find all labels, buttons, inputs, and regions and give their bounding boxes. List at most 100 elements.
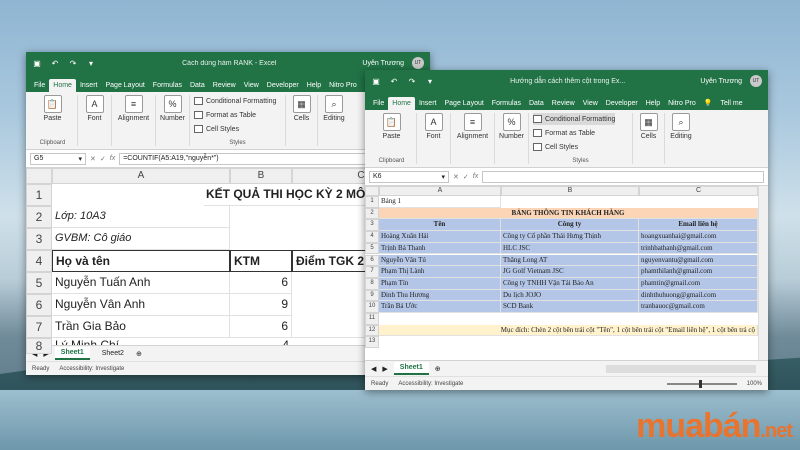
table-cell[interactable]: HLC JSC	[501, 242, 639, 255]
cell-header-name[interactable]: Họ và tên	[52, 250, 230, 272]
editing-button[interactable]: Editing	[670, 133, 691, 140]
row-header[interactable]: 6	[365, 254, 379, 267]
editing-button[interactable]: Editing	[323, 115, 344, 122]
row-header[interactable]: 7	[26, 316, 52, 338]
table-cell[interactable]: Du lịch JOJO	[501, 289, 639, 302]
sheet-tab-1[interactable]: Sheet1	[393, 362, 429, 375]
tab-insert[interactable]: Insert	[76, 79, 102, 92]
font-icon[interactable]: A	[424, 113, 443, 131]
row-header[interactable]: 2	[365, 207, 379, 220]
table-cell[interactable]: hoangxuanhai@gmail.com	[639, 231, 758, 243]
tab-file[interactable]: File	[30, 79, 49, 92]
prev-sheet-icon[interactable]: ◀	[371, 365, 376, 373]
tab-help[interactable]: Help	[642, 97, 664, 110]
name-box[interactable]: G5 ▾	[30, 152, 86, 165]
alignment-icon[interactable]: ≡	[463, 113, 482, 131]
accessibility-status[interactable]: Accessibility: Investigate	[398, 381, 463, 387]
table-cell[interactable]: Đinh Thu Hương	[379, 289, 501, 302]
zoom-level[interactable]: 100%	[747, 381, 762, 387]
cell-header-ktm[interactable]: KTM	[230, 250, 292, 272]
row-header[interactable]: 3	[26, 228, 52, 250]
row-header[interactable]: 2	[26, 206, 52, 228]
save-icon[interactable]: ▣	[371, 77, 381, 86]
cell-score[interactable]: 9	[230, 294, 292, 316]
worksheet-grid[interactable]: A B C 1 2 3 4 5 6 7 8 9 10 11 12 13 Bảng 1 BẢNG THÔNG …	[365, 186, 768, 362]
table-cell[interactable]: trinhbathanh@gmail.com	[639, 242, 758, 255]
row-header[interactable]: 7	[365, 266, 379, 278]
tab-developer[interactable]: Developer	[602, 97, 642, 110]
tab-data[interactable]: Data	[186, 79, 209, 92]
name-box[interactable]: K6 ▾	[369, 170, 449, 183]
search-icon[interactable]: ⌕	[325, 95, 343, 113]
row-header[interactable]: 8	[26, 338, 52, 354]
tab-home[interactable]: Home	[388, 97, 415, 110]
table-cell[interactable]: JG Golf Vietnam JSC	[501, 266, 639, 278]
cell-score[interactable]: 6	[230, 316, 292, 338]
col-header-b[interactable]: B	[501, 186, 639, 196]
col-header-a[interactable]: A	[52, 168, 230, 184]
number-button[interactable]: Number	[160, 115, 185, 122]
cells-button[interactable]: Cells	[641, 133, 657, 140]
percent-icon[interactable]: %	[502, 113, 521, 131]
save-icon[interactable]: ▣	[32, 59, 42, 68]
cell-name[interactable]: Nguyễn Tuấn Anh	[52, 272, 230, 294]
row-header[interactable]: 9	[365, 289, 379, 302]
sheet-tab-1[interactable]: Sheet1	[54, 347, 90, 360]
sheet-tab-2[interactable]: Sheet2	[96, 348, 130, 359]
number-button[interactable]: Number	[499, 133, 524, 140]
cell-header[interactable]: Công ty	[501, 219, 639, 232]
font-icon[interactable]: A	[85, 95, 104, 113]
select-all-corner[interactable]	[365, 186, 379, 196]
row-header[interactable]: 11	[365, 313, 379, 325]
cell-table-label[interactable]: Bảng 1	[379, 196, 501, 208]
select-all-corner[interactable]	[26, 168, 52, 184]
tab-data[interactable]: Data	[525, 97, 548, 110]
format-as-table-button[interactable]: Format as Table	[194, 109, 256, 121]
customize-icon[interactable]: ▾	[425, 77, 435, 86]
tab-formulas[interactable]: Formulas	[149, 79, 186, 92]
formula-input[interactable]	[482, 170, 764, 183]
tell-me-input[interactable]: Tell me	[716, 97, 746, 110]
cells-button[interactable]: Cells	[294, 115, 310, 122]
function-icon[interactable]: fx	[473, 173, 478, 180]
col-header-b[interactable]: B	[230, 168, 292, 184]
cell-header[interactable]: Email liên hệ	[639, 219, 758, 232]
accessibility-status[interactable]: Accessibility: Investigate	[59, 366, 124, 372]
row-header[interactable]: 13	[365, 336, 379, 349]
next-sheet-icon[interactable]: ▶	[382, 365, 387, 373]
cancel-icon[interactable]: ✕	[453, 173, 459, 181]
alignment-button[interactable]: Alignment	[457, 133, 488, 140]
alignment-icon[interactable]: ≡	[124, 95, 143, 113]
row-header[interactable]: 3	[365, 219, 379, 232]
row-header[interactable]: 10	[365, 301, 379, 313]
tab-page-layout[interactable]: Page Layout	[440, 97, 487, 110]
table-cell[interactable]: tranbauoc@gmail.com	[639, 301, 758, 313]
cell-name[interactable]: Trần Gia Bảo	[52, 316, 230, 338]
redo-icon[interactable]: ↷	[68, 59, 78, 68]
row-header[interactable]: 5	[26, 272, 52, 294]
conditional-formatting-button[interactable]: Conditional Formatting	[533, 113, 616, 125]
cell-styles-button[interactable]: Cell Styles	[533, 141, 578, 153]
cell-class[interactable]: Lớp: 10A3	[52, 206, 230, 228]
tab-view[interactable]: View	[240, 79, 263, 92]
paste-button[interactable]: Paste	[383, 133, 401, 140]
tab-review[interactable]: Review	[548, 97, 579, 110]
customize-icon[interactable]: ▾	[86, 59, 96, 68]
table-cell[interactable]: Trịnh Bá Thanh	[379, 242, 501, 255]
paste-icon[interactable]: 📋	[382, 113, 401, 131]
tab-view[interactable]: View	[579, 97, 602, 110]
percent-icon[interactable]: %	[163, 95, 182, 113]
col-header-c[interactable]: C	[639, 186, 758, 196]
row-header[interactable]: 5	[365, 242, 379, 255]
alignment-button[interactable]: Alignment	[118, 115, 149, 122]
redo-icon[interactable]: ↷	[407, 77, 417, 86]
table-cell[interactable]: Công ty TNHH Vận Tải Bảo An	[501, 277, 639, 290]
table-cell[interactable]: Trần Bá Ước	[379, 301, 501, 313]
undo-icon[interactable]: ↶	[50, 59, 60, 68]
col-header-a[interactable]: A	[379, 186, 501, 196]
font-button[interactable]: Font	[87, 115, 101, 122]
table-cell[interactable]: Phạm Tín	[379, 277, 501, 290]
table-cell[interactable]: Phạm Thị Lành	[379, 266, 501, 278]
function-icon[interactable]: fx	[110, 155, 115, 162]
table-cell[interactable]: dinhthuhuong@gmail.com	[639, 289, 758, 302]
